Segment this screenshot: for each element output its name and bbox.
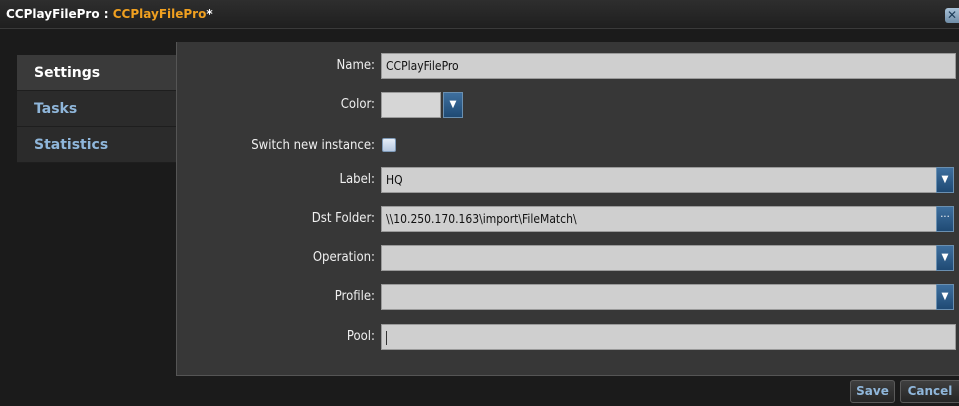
switch-new-instance-checkbox[interactable] (382, 138, 396, 152)
name-row: Name: CCPlayFilePro (177, 53, 959, 79)
sidebar: Settings Tasks Statistics (17, 55, 176, 163)
color-dropdown-button[interactable]: ▼ (443, 92, 463, 118)
settings-panel: Name: CCPlayFilePro Color: ▼ Switch new … (176, 42, 959, 376)
profile-select[interactable] (381, 284, 937, 310)
label-label: Label: (339, 172, 376, 187)
cancel-button[interactable]: Cancel (900, 380, 959, 403)
switch-new-instance-label: Switch new instance: (251, 138, 375, 153)
sidebar-item-settings[interactable]: Settings (17, 55, 176, 91)
close-icon[interactable]: ✕ (945, 8, 959, 23)
dst-folder-row: Dst Folder: \\10.250.170.163\import\File… (177, 206, 959, 232)
operation-label: Operation: (312, 250, 375, 265)
pool-row: Pool: (177, 324, 959, 350)
sidebar-item-statistics[interactable]: Statistics (17, 127, 176, 163)
chevron-down-icon: ▼ (941, 291, 949, 302)
label-select[interactable]: HQ (381, 167, 937, 193)
text-caret (386, 330, 387, 345)
pool-label: Pool: (346, 329, 375, 344)
title-name: CCPlayFilePro (112, 7, 207, 21)
profile-label: Profile: (334, 289, 375, 304)
label-dropdown-button[interactable]: ▼ (936, 167, 954, 193)
dst-folder-label: Dst Folder: (311, 211, 375, 226)
color-row: Color: ▼ (177, 92, 959, 118)
dst-folder-browse-button[interactable]: ··· (936, 206, 954, 232)
window-title: CCPlayFilePro : CCPlayFilePro* (6, 7, 213, 21)
profile-row: Profile: ▼ (177, 284, 959, 310)
chevron-down-icon: ▼ (941, 252, 949, 263)
switch-new-instance-row: Switch new instance: (177, 133, 959, 159)
name-input[interactable]: CCPlayFilePro (381, 53, 956, 79)
name-label: Name: (336, 58, 375, 73)
ellipsis-icon: ··· (940, 210, 950, 223)
title-modified-marker: * (206, 7, 213, 21)
profile-dropdown-button[interactable]: ▼ (936, 284, 954, 310)
save-button[interactable]: Save (850, 380, 895, 403)
operation-select[interactable] (381, 245, 937, 271)
sidebar-item-tasks[interactable]: Tasks (17, 91, 176, 127)
dst-folder-input[interactable]: \\10.250.170.163\import\FileMatch\ (381, 206, 937, 232)
label-row: Label: HQ ▼ (177, 167, 959, 193)
color-label: Color: (340, 97, 375, 112)
chevron-down-icon: ▼ (941, 174, 949, 185)
title-bar: CCPlayFilePro : CCPlayFilePro* ✕ (0, 0, 959, 29)
pool-input[interactable] (381, 324, 956, 350)
title-prefix: CCPlayFilePro : (6, 7, 113, 21)
operation-dropdown-button[interactable]: ▼ (936, 245, 954, 271)
operation-row: Operation: ▼ (177, 245, 959, 271)
chevron-down-icon: ▼ (449, 99, 457, 110)
color-swatch[interactable] (381, 92, 441, 118)
